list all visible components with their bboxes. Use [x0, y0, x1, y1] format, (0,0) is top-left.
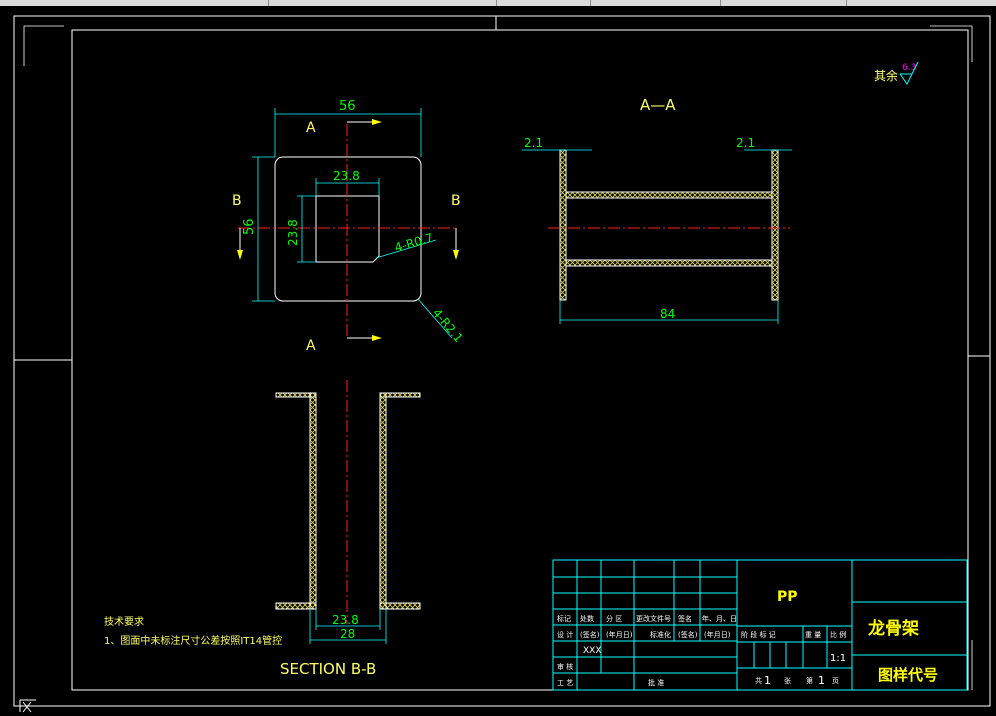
- cad-drawing-canvas[interactable]: 其余 6.3 A A B B 56 56 23.8 23.8 4-R0.7 4-…: [0, 0, 996, 716]
- title-drawing-code-label: 图样代号: [878, 666, 938, 684]
- section-arrow-icon: [453, 250, 459, 260]
- tb-row2-cell: (签名): [580, 630, 600, 639]
- tb-header-cell: 处数: [580, 614, 594, 623]
- dim-right-wall: 2.1: [736, 136, 755, 150]
- tb-process: 工 艺: [557, 679, 573, 687]
- tb-scale-header: 比 例: [830, 630, 846, 639]
- tb-sheets-total-label: 共: [755, 676, 762, 685]
- tb-sheet-no: 1: [818, 674, 825, 687]
- section-arrow-icon: [372, 335, 382, 341]
- tb-header-cell: 签名: [678, 614, 692, 623]
- tb-sheet-no-unit: 页: [832, 677, 839, 685]
- dim-height-56: 56: [242, 218, 257, 235]
- surface-finish-label: 其余: [874, 68, 898, 83]
- tb-designer: XXX: [583, 646, 602, 656]
- tb-row2-cell: (签名): [678, 630, 698, 639]
- dim-outer-radius: 4-R2.1: [430, 306, 466, 345]
- tb-scale: 1:1: [830, 653, 846, 664]
- dim-bb-inner: 23.8: [332, 613, 359, 627]
- tb-header-cell: 更改文件号: [636, 614, 671, 623]
- tb-header-cell: 分 区: [606, 614, 622, 623]
- tb-row2-cell: (年月日): [704, 630, 731, 639]
- section-a-a-view: A—A 2.1 2.1 84: [522, 96, 792, 324]
- tb-stage-header: 阶 段 标 记: [741, 630, 776, 639]
- surface-finish-value: 6.3: [902, 63, 916, 73]
- top-view-dimension-lines: [252, 108, 453, 339]
- tb-row2-cell: 标准化: [650, 630, 671, 639]
- tech-notes-heading: 技术要求: [104, 615, 144, 628]
- tb-row2-cell: 设 计: [557, 630, 573, 639]
- section-bb-title: SECTION B-B: [280, 660, 376, 678]
- section-aa-title: A—A: [640, 96, 676, 114]
- title-block: PP 龙骨架 图样代号 标记 处数 分 区 更改文件号 签名 年、月、日 设 计…: [552, 559, 968, 691]
- tb-sheet-no-label: 第: [806, 676, 813, 685]
- technical-requirements: 技术要求 1、图面中未标注尺寸公差按照IT14管控: [104, 615, 282, 647]
- title-material: PP: [777, 589, 798, 605]
- tb-sheets-total: 1: [764, 674, 771, 687]
- dim-inner-radius: 4-R0.7: [393, 231, 435, 255]
- section-label-b-right: B: [451, 193, 461, 209]
- tb-approve: 批 准: [648, 678, 664, 687]
- title-part-name: 龙骨架: [867, 618, 919, 639]
- dim-length: 84: [660, 307, 675, 321]
- section-label-b-left: B: [232, 193, 242, 209]
- tech-notes-line1: 1、图面中未标注尺寸公差按照IT14管控: [104, 634, 282, 647]
- top-view: A A B B 56 56 23.8 23.8 4-R0.7 4-R2.1: [232, 99, 466, 354]
- section-label-a-top: A: [306, 120, 316, 136]
- dim-inner-height: 23.8: [286, 219, 300, 246]
- surface-finish-note: 其余 6.3: [874, 61, 919, 85]
- tb-review: 审 核: [557, 662, 573, 671]
- section-label-a-bottom: A: [306, 338, 316, 354]
- tb-header-cell: 标记: [557, 614, 571, 623]
- drawing-frame: [13, 15, 991, 707]
- dim-inner-width: 23.8: [333, 169, 360, 183]
- section-arrow-icon: [237, 250, 243, 260]
- section-arrow-icon: [372, 119, 382, 125]
- dim-width-56: 56: [339, 99, 356, 114]
- tb-sheets-total-unit: 张: [784, 676, 791, 685]
- tb-weight-header: 重 量: [805, 631, 821, 639]
- dim-bb-outer: 28: [340, 627, 355, 641]
- tb-header-cell: 年、月、日: [702, 614, 737, 623]
- tb-row2-cell: (年月日): [606, 630, 633, 639]
- section-b-b-view: 23.8 28 SECTION B-B: [275, 380, 421, 678]
- dim-left-wall: 2.1: [524, 136, 543, 150]
